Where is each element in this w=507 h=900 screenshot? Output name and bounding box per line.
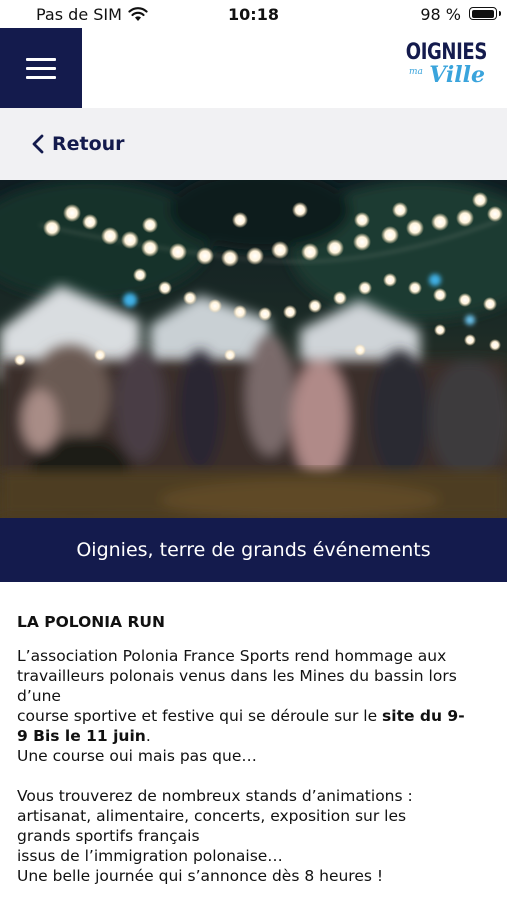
paragraph-line: artisanat, alimentaire, concerts, exposi… (17, 807, 407, 825)
paragraph-line: course sportive et festive qui se déroul… (17, 706, 493, 726)
paragraph-line: 9 Bis le 11 juin. (17, 726, 493, 746)
app-header: OIGNIES ma Ville (0, 28, 507, 108)
event-location-bold: site du 9- (382, 707, 465, 725)
hamburger-icon-bar (26, 67, 56, 70)
paragraph-line: d’une (17, 687, 61, 705)
hero-image (0, 180, 507, 518)
paragraph-text: . (145, 727, 151, 745)
chevron-left-icon (32, 134, 44, 154)
event-date-bold: 9 Bis le 11 juin (17, 727, 146, 745)
app-logo[interactable]: OIGNIES ma Ville (405, 40, 488, 100)
menu-button[interactable] (0, 28, 82, 108)
event-banner: Oignies, terre de grands événements (0, 518, 507, 582)
hamburger-icon-bar (26, 76, 56, 79)
banner-text: Oignies, terre de grands événements (76, 539, 431, 561)
article-body: LA POLONIA RUN L’association Polonia Fra… (17, 612, 493, 886)
paragraph-line: Une course oui mais pas que… (17, 747, 257, 765)
hamburger-icon (26, 58, 56, 61)
paragraph-line: grands sportifs français (17, 827, 200, 845)
paragraph-line: issus de l’immigration polonaise… (17, 847, 283, 865)
article-title: LA POLONIA RUN (17, 613, 165, 631)
paragraph-line: travailleurs polonais venus dans les Min… (17, 667, 457, 685)
paragraph-line: Une belle journée qui s’annonce dès 8 he… (17, 867, 384, 885)
back-button[interactable]: Retour (32, 132, 125, 156)
back-label: Retour (52, 133, 125, 155)
battery-percent: 98 % (420, 5, 461, 24)
logo-ville-text: Ville (429, 62, 485, 88)
battery-icon (469, 7, 501, 20)
logo-ma-text: ma (409, 67, 423, 77)
paragraph-line: L’association Polonia France Sports rend… (17, 647, 447, 665)
paragraph-line: Vous trouverez de nombreux stands d’anim… (17, 787, 413, 805)
status-bar: Pas de SIM 10:18 98 % (0, 0, 507, 28)
back-bar: Retour (0, 108, 507, 180)
paragraph-text: course sportive et festive qui se déroul… (17, 707, 383, 725)
